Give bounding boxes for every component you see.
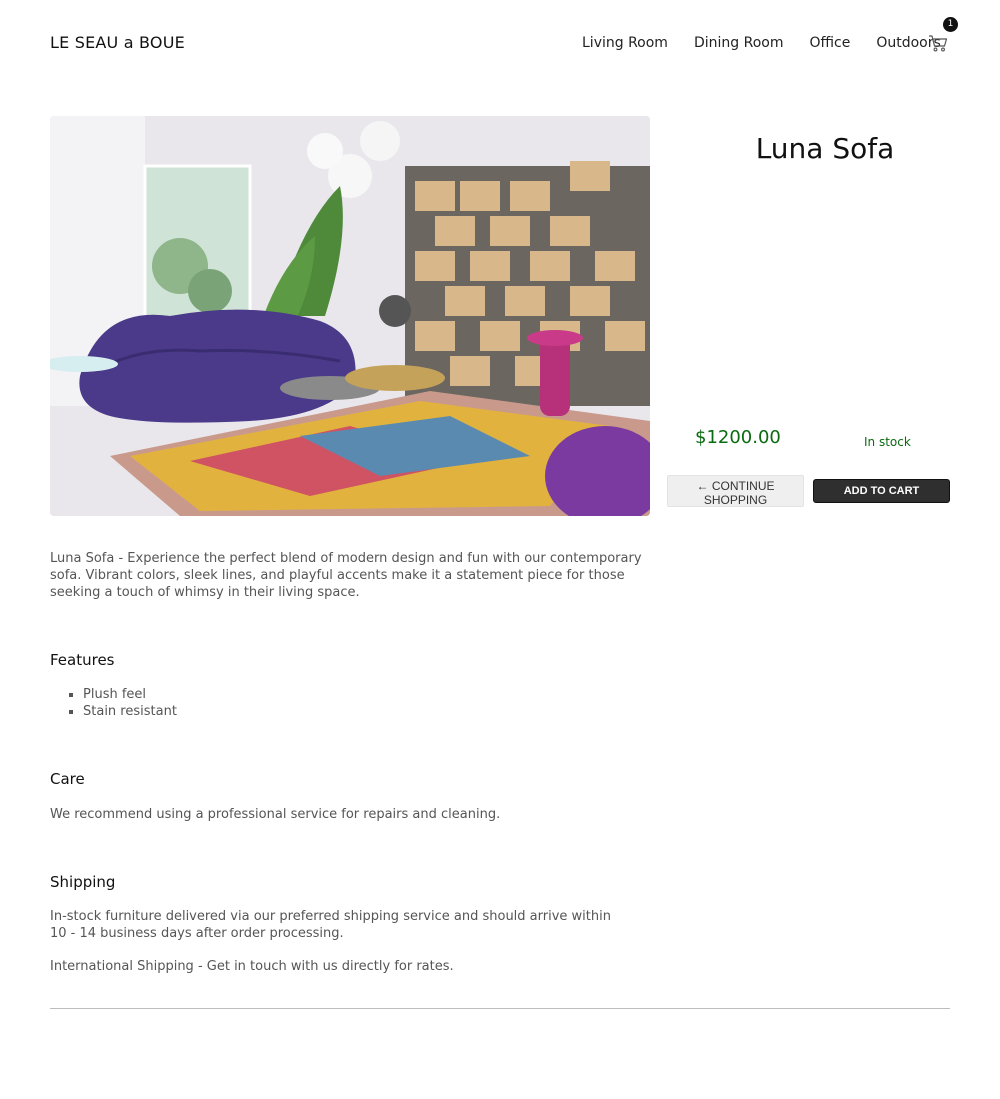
care-text: We recommend using a professional servic… [50, 807, 501, 822]
nav-office[interactable]: Office [809, 35, 850, 51]
nav-living-room[interactable]: Living Room [582, 35, 668, 51]
product-price: $1200.00 [695, 427, 781, 448]
shipping-text: In-stock furniture delivered via our pre… [50, 909, 611, 941]
add-to-cart-button[interactable]: ADD TO CART [813, 479, 950, 503]
product-image-illustration [50, 116, 650, 516]
cart-count-badge: 1 [943, 17, 958, 32]
features-heading: Features [50, 651, 115, 669]
international-shipping-text: International Shipping - Get in touch wi… [50, 959, 454, 974]
product-image [50, 116, 650, 516]
care-heading: Care [50, 770, 85, 788]
features-list: Plush feel Stain resistant [50, 686, 177, 720]
list-item: Stain resistant [83, 703, 177, 720]
product-description: Luna Sofa - Experience the perfect blend… [50, 551, 642, 600]
brand-logo[interactable]: LE SEAU a BOUE [50, 33, 185, 52]
divider [50, 1008, 950, 1009]
shipping-heading: Shipping [50, 873, 116, 891]
product-title: Luna Sofa [755, 132, 895, 165]
product-page: LE SEAU a BOUE Living Room Dining Room O… [0, 0, 1000, 1099]
main-nav: Living Room Dining Room Office Outdoors [582, 35, 941, 51]
stock-status: In stock [864, 435, 911, 449]
list-item: Plush feel [83, 686, 177, 703]
nav-dining-room[interactable]: Dining Room [694, 35, 784, 51]
continue-shopping-button[interactable]: ← CONTINUE SHOPPING [667, 475, 804, 507]
shopping-cart-icon[interactable] [927, 32, 949, 54]
